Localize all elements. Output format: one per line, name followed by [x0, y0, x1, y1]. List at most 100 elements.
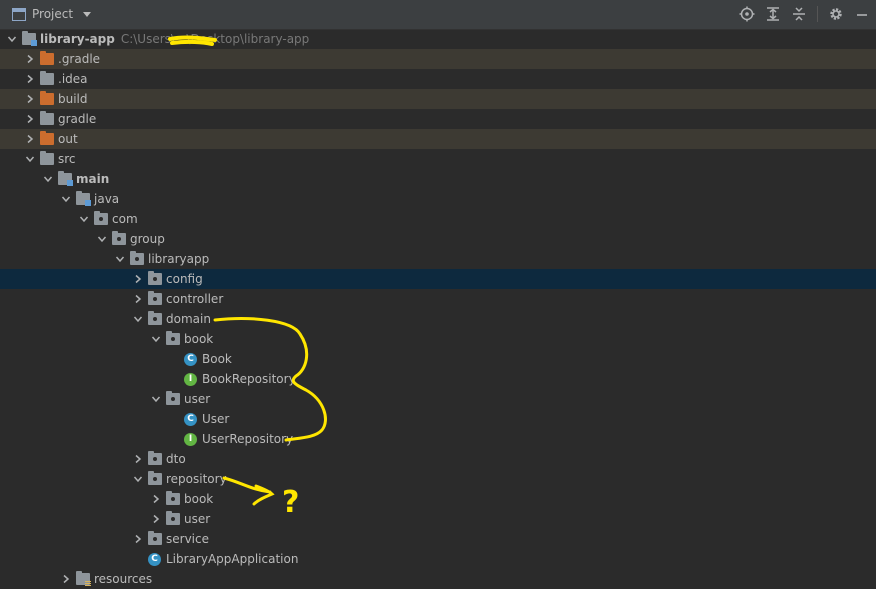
package-icon	[94, 211, 108, 225]
chevron-right-icon[interactable]	[150, 513, 162, 525]
tree-item-label: book	[184, 492, 214, 506]
chevron-down-icon[interactable]	[96, 233, 108, 245]
tree-row--gradle[interactable]: .gradle	[0, 49, 876, 69]
class-icon: C	[184, 412, 197, 426]
tree-item-label: dto	[166, 452, 186, 466]
tree-item-label: java	[94, 192, 120, 206]
folder-icon	[40, 131, 54, 145]
tree-row-com[interactable]: com	[0, 209, 876, 229]
chevron-right-icon[interactable]	[24, 133, 36, 145]
folder-icon	[40, 71, 54, 85]
expand-all-icon[interactable]	[765, 6, 781, 22]
tree-item-label: .gradle	[58, 52, 101, 66]
tree-item-label: out	[58, 132, 78, 146]
tree-row-library-app[interactable]: library-app C:\Users\...\Desktop\library-…	[0, 29, 876, 49]
chevron-down-icon[interactable]	[60, 193, 72, 205]
tree-row--idea[interactable]: .idea	[0, 69, 876, 89]
tree-row-dto[interactable]: dto	[0, 449, 876, 469]
tree-row-libraryappapplication[interactable]: C LibraryAppApplication	[0, 549, 876, 569]
minimize-icon[interactable]	[854, 6, 870, 22]
tree-row-libraryapp[interactable]: libraryapp	[0, 249, 876, 269]
class-icon: C	[184, 352, 197, 366]
package-icon	[148, 451, 162, 465]
chevron-down-icon[interactable]	[114, 253, 126, 265]
tree-item-label: domain	[166, 312, 211, 326]
tree-row-controller[interactable]: controller	[0, 289, 876, 309]
tree-item-label: gradle	[58, 112, 97, 126]
tree-row-user[interactable]: user	[0, 389, 876, 409]
tree-item-label: resources	[94, 572, 153, 586]
tree-row-book[interactable]: book	[0, 489, 876, 509]
package-icon	[166, 331, 180, 345]
collapse-all-icon[interactable]	[791, 6, 807, 22]
tree-item-label: Book	[202, 352, 232, 366]
tree-item-label: book	[184, 332, 214, 346]
project-path: C:\Users\...\Desktop\library-app	[120, 32, 310, 46]
tree-row-group[interactable]: group	[0, 229, 876, 249]
chevron-right-icon[interactable]	[24, 113, 36, 125]
tree-item-label: User	[202, 412, 230, 426]
tree-row-gradle[interactable]: gradle	[0, 109, 876, 129]
tree-row-bookrepository[interactable]: I BookRepository	[0, 369, 876, 389]
package-icon	[112, 231, 126, 245]
chevron-down-icon[interactable]	[150, 333, 162, 345]
folder-icon	[40, 111, 54, 125]
chevron-right-icon[interactable]	[132, 273, 144, 285]
tree-row-service[interactable]: service	[0, 529, 876, 549]
chevron-right-icon[interactable]	[132, 453, 144, 465]
locate-icon[interactable]	[739, 6, 755, 22]
tree-row-domain[interactable]: domain	[0, 309, 876, 329]
chevron-right-icon[interactable]	[24, 93, 36, 105]
tree-item-label: config	[166, 272, 203, 286]
folder-icon	[22, 31, 37, 46]
tree-item-label: LibraryAppApplication	[166, 552, 299, 566]
package-icon	[148, 471, 162, 485]
folder-icon	[40, 151, 54, 165]
gear-icon[interactable]	[828, 6, 844, 22]
tree-row-book[interactable]: book	[0, 329, 876, 349]
folder-icon	[76, 571, 91, 586]
chevron-down-icon[interactable]	[24, 153, 36, 165]
project-tree: library-app C:\Users\...\Desktop\library-…	[0, 29, 876, 589]
tree-row-out[interactable]: out	[0, 129, 876, 149]
project-title: Project	[32, 7, 74, 21]
chevron-down-icon[interactable]	[150, 393, 162, 405]
chevron-down-icon[interactable]	[6, 33, 18, 45]
tree-item-label: main	[76, 172, 110, 186]
chevron-down-icon[interactable]	[132, 313, 144, 325]
tree-row-user[interactable]: C User	[0, 409, 876, 429]
interface-icon: I	[184, 372, 197, 386]
tree-row-src[interactable]: src	[0, 149, 876, 169]
tree-row-repository[interactable]: repository	[0, 469, 876, 489]
tree-item-label: repository	[166, 472, 227, 486]
package-icon	[148, 531, 162, 545]
tree-item-label: libraryapp	[148, 252, 210, 266]
chevron-down-icon[interactable]	[132, 473, 144, 485]
tree-row-java[interactable]: java	[0, 189, 876, 209]
package-icon	[148, 271, 162, 285]
chevron-right-icon[interactable]	[132, 533, 144, 545]
tree-row-build[interactable]: build	[0, 89, 876, 109]
chevron-down-icon[interactable]	[83, 11, 92, 17]
package-icon	[130, 251, 144, 265]
chevron-right-icon[interactable]	[60, 573, 72, 585]
tree-row-resources[interactable]: resources	[0, 569, 876, 589]
class-icon: C	[148, 552, 161, 566]
tree-item-label: src	[58, 152, 76, 166]
tree-row-book[interactable]: C Book	[0, 349, 876, 369]
tree-row-main[interactable]: main	[0, 169, 876, 189]
folder-icon	[40, 51, 54, 65]
chevron-right-icon[interactable]	[132, 293, 144, 305]
project-view-selector[interactable]: Project	[12, 7, 92, 21]
tree-row-user[interactable]: user	[0, 509, 876, 529]
tree-row-config[interactable]: config	[0, 269, 876, 289]
tree-item-label: service	[166, 532, 209, 546]
chevron-right-icon[interactable]	[150, 493, 162, 505]
chevron-down-icon[interactable]	[78, 213, 90, 225]
tree-row-userrepository[interactable]: I UserRepository	[0, 429, 876, 449]
chevron-down-icon[interactable]	[42, 173, 54, 185]
chevron-right-icon[interactable]	[24, 73, 36, 85]
tree-item-label: user	[184, 392, 211, 406]
tree-item-label: com	[112, 212, 138, 226]
chevron-right-icon[interactable]	[24, 53, 36, 65]
